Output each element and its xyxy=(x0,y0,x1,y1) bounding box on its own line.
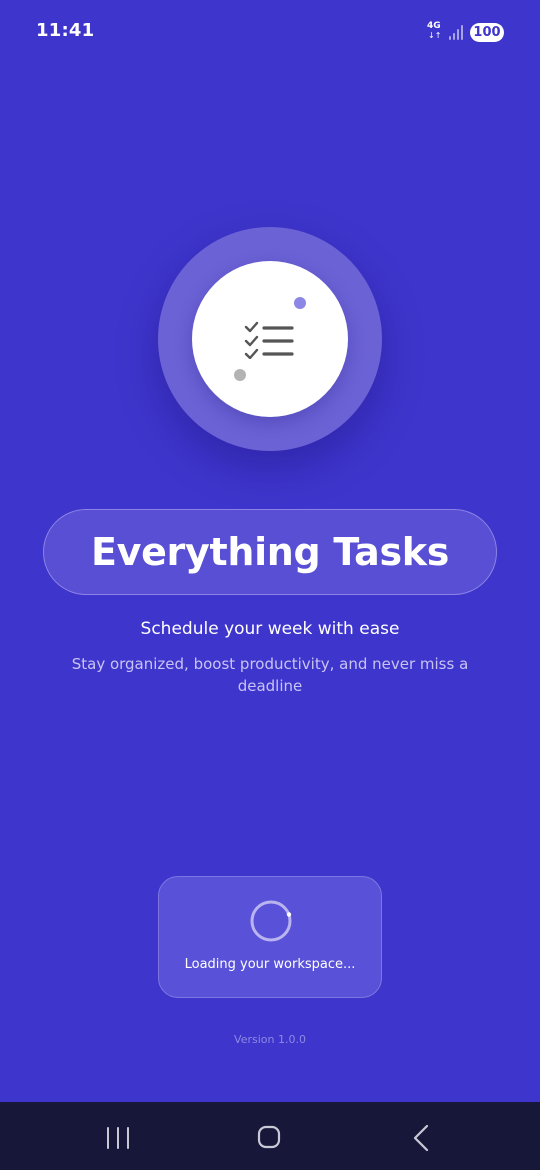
title-pill: Everything Tasks xyxy=(43,509,497,595)
loading-text: Loading your workspace... xyxy=(184,957,356,972)
home-icon xyxy=(257,1125,281,1149)
network-arrows: ↓↑ xyxy=(428,31,442,40)
signal-icon xyxy=(448,24,464,40)
back-button[interactable] xyxy=(397,1116,445,1158)
status-bar: 11:41 4G ↓↑ 100 xyxy=(0,0,540,62)
status-time: 11:41 xyxy=(36,20,95,41)
app-title: Everything Tasks xyxy=(90,530,450,574)
gray-dot xyxy=(234,369,246,381)
network-type-icon: 4G ↓↑ xyxy=(427,21,443,43)
version-label: Version 1.0.0 xyxy=(234,1033,306,1046)
back-icon xyxy=(413,1124,429,1152)
recents-button[interactable] xyxy=(94,1116,142,1158)
loading-card: Loading your workspace... xyxy=(158,876,382,998)
tagline: Schedule your week with ease xyxy=(140,619,400,639)
app-logo xyxy=(158,227,382,451)
accent-dot xyxy=(294,297,306,309)
logo-circle xyxy=(192,261,348,417)
description: Stay organized, boost productivity, and … xyxy=(71,655,469,695)
system-nav-bar xyxy=(0,1102,540,1170)
home-button[interactable] xyxy=(245,1116,293,1158)
checklist-icon xyxy=(244,321,294,359)
spinner-icon xyxy=(250,900,292,942)
splash-screen: 11:41 4G ↓↑ 100 Everything Tasks Schedul… xyxy=(0,0,540,1102)
network-label: 4G xyxy=(427,21,441,31)
recents-icon xyxy=(107,1127,129,1149)
battery-indicator: 100 xyxy=(470,22,504,42)
status-icons: 4G ↓↑ 100 xyxy=(427,20,504,44)
